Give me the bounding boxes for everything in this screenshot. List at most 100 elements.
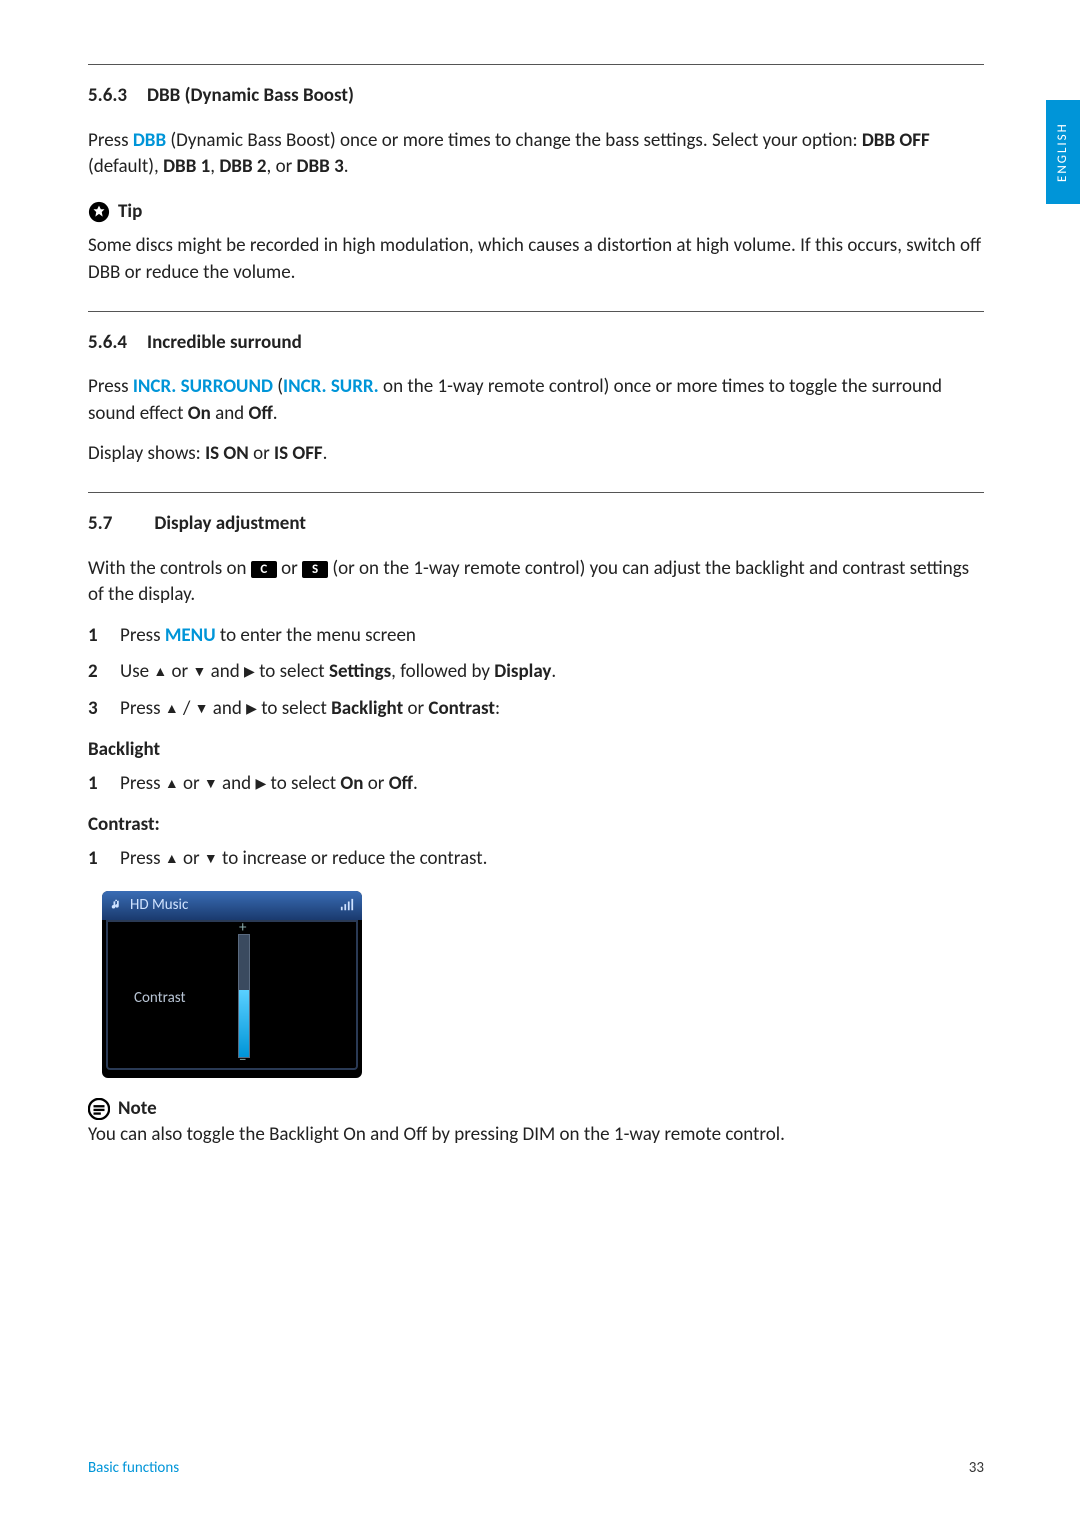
step-text: Press MENU to enter the menu screen [120, 623, 984, 650]
display-is-off: IS OFF [274, 442, 323, 465]
paragraph: Press INCR. SURROUND (INCR. SURR. on the… [88, 374, 984, 427]
list-item: 1 Press MENU to enter the menu screen [88, 623, 984, 650]
heading-text: DBB (Dynamic Bass Boost) [147, 84, 354, 107]
divider [88, 492, 984, 493]
step-text: Press ▲ or ▼ and ▶ to select On or Off. [120, 771, 984, 798]
text: With the controls on [88, 557, 251, 580]
button-name-incr-surr: INCR. SURR. [283, 375, 379, 398]
text: or [179, 847, 204, 870]
screenshot-title: HD Music [130, 895, 188, 916]
menu-backlight: Backlight [331, 697, 403, 720]
text: , [210, 155, 219, 178]
menu-display: Display [494, 660, 551, 683]
text: Press [120, 697, 165, 720]
note-header: Note [88, 1096, 984, 1123]
signal-icon [340, 898, 354, 912]
display-is-on: IS ON [205, 442, 249, 465]
text: to select [257, 697, 331, 720]
step-number: 2 [88, 659, 104, 686]
text: . [323, 442, 328, 465]
text: Display shows: [88, 442, 205, 465]
text: / [179, 697, 195, 720]
menu-contrast: Contrast [428, 697, 495, 720]
heading-number: 5.7 [88, 511, 112, 538]
heading-5-7: 5.7Display adjustment [88, 511, 984, 538]
text: and [206, 660, 244, 683]
step-number: 1 [88, 623, 104, 650]
state-on: On [188, 402, 211, 425]
text: (default), [88, 155, 163, 178]
option-dbb-off: DBB OFF [862, 129, 930, 152]
text: . [344, 155, 349, 178]
text: . [273, 402, 278, 425]
paragraph: Display shows: IS ON or IS OFF. [88, 441, 984, 468]
text: Press [120, 847, 165, 870]
note-label: Note [118, 1096, 157, 1123]
heading-number: 5.6.3 [88, 83, 127, 110]
text: . [413, 772, 418, 795]
step-text: Press ▲ or ▼ to increase or reduce the c… [120, 846, 984, 873]
menu-settings: Settings [329, 660, 391, 683]
heading-text: Incredible surround [147, 331, 302, 354]
footer-section: Basic functions [88, 1458, 179, 1479]
text: , followed by [391, 660, 494, 683]
text: and [211, 402, 249, 425]
text: : [495, 697, 500, 720]
option-dbb-3: DBB 3 [297, 155, 344, 178]
triangle-up-icon: ▲ [165, 699, 179, 719]
text: Press [120, 772, 165, 795]
tip-body: Some discs might be recorded in high mod… [88, 233, 984, 286]
step-text: Use ▲ or ▼ and ▶ to select Settings, fol… [120, 659, 984, 686]
triangle-down-icon: ▼ [204, 849, 218, 869]
tip-icon [88, 201, 110, 223]
text: . [551, 660, 556, 683]
triangle-down-icon: ▼ [195, 699, 209, 719]
heading-5-6-3: 5.6.3 DBB (Dynamic Bass Boost) [88, 83, 984, 110]
text: to select [266, 772, 340, 795]
text: or [363, 772, 388, 795]
triangle-right-icon: ▶ [244, 662, 255, 682]
divider [88, 311, 984, 312]
paragraph: Press DBB (Dynamic Bass Boost) once or m… [88, 128, 984, 181]
button-name-menu: MENU [165, 624, 216, 647]
ordered-list: 1 Press ▲ or ▼ and ▶ to select On or Off… [88, 771, 984, 798]
display-screenshot: HD Music Contrast + − [102, 891, 362, 1078]
screenshot-body: Contrast + − [106, 920, 358, 1070]
ordered-list: 1 Press MENU to enter the menu screen 2 … [88, 623, 984, 723]
text: Press [88, 375, 133, 398]
tip-label: Tip [118, 199, 142, 226]
page-number: 33 [969, 1458, 984, 1479]
station-unit-icon: S [302, 561, 328, 578]
heading-5-6-4: 5.6.4 Incredible surround [88, 330, 984, 357]
screenshot-titlebar: HD Music [102, 891, 362, 920]
heading-number: 5.6.4 [88, 330, 127, 357]
minus-icon: − [239, 1050, 246, 1071]
text: to enter the menu screen [216, 624, 416, 647]
paragraph: With the controls on C or S (or on the 1… [88, 556, 984, 609]
text: ( [273, 375, 283, 398]
tip-header: Tip [88, 199, 984, 226]
subheading-contrast: Contrast: [88, 812, 984, 839]
text: to select [255, 660, 329, 683]
step-number: 1 [88, 846, 104, 873]
ordered-list: 1 Press ▲ or ▼ to increase or reduce the… [88, 846, 984, 873]
list-item: 1 Press ▲ or ▼ and ▶ to select On or Off… [88, 771, 984, 798]
state-off: Off [248, 402, 272, 425]
text: to increase or reduce the contrast. [218, 847, 488, 870]
state-off: Off [389, 772, 413, 795]
text: Press [120, 624, 165, 647]
option-dbb-2: DBB 2 [219, 155, 266, 178]
text: or [167, 660, 192, 683]
text: or [403, 697, 428, 720]
triangle-right-icon: ▶ [246, 699, 257, 719]
text: or [249, 442, 274, 465]
contrast-slider [238, 934, 250, 1058]
screenshot-label: Contrast [134, 988, 186, 1009]
text: or [179, 772, 204, 795]
text: and [208, 697, 246, 720]
state-on: On [340, 772, 363, 795]
list-item: 2 Use ▲ or ▼ and ▶ to select Settings, f… [88, 659, 984, 686]
triangle-up-icon: ▲ [165, 849, 179, 869]
manual-page: 5.6.3 DBB (Dynamic Bass Boost) Press DBB … [0, 0, 1080, 1527]
button-name-dbb: DBB [133, 129, 166, 152]
